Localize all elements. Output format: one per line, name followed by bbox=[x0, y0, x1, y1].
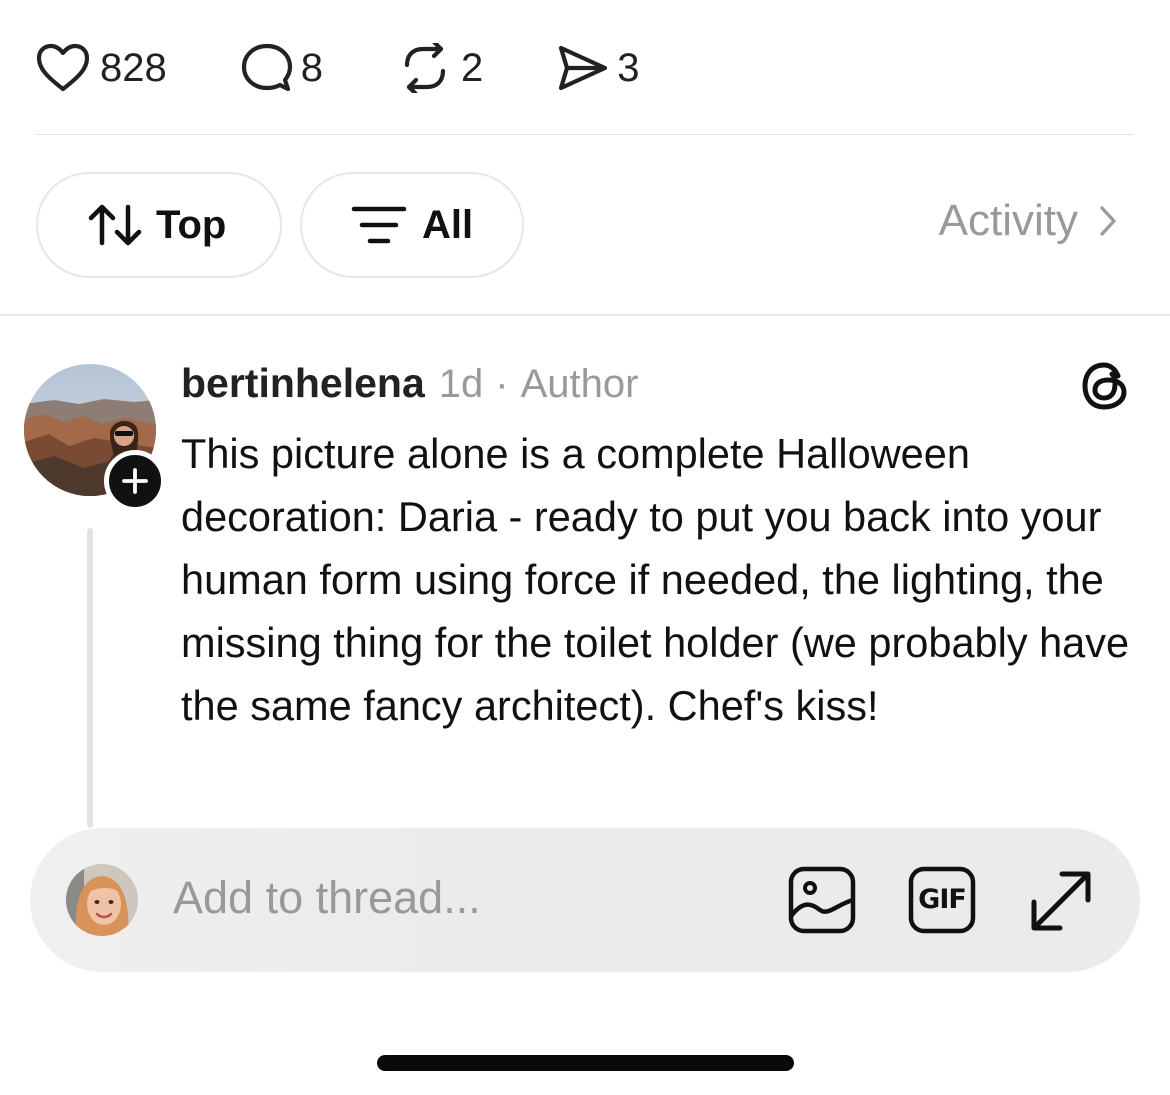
post-header: bertinhelena 1d · Author bbox=[181, 360, 638, 407]
expand-icon bbox=[1031, 871, 1091, 931]
sort-label: Top bbox=[156, 202, 227, 247]
meta-separator: · bbox=[495, 362, 509, 406]
user-avatar bbox=[66, 864, 138, 936]
engagement-bar: 828 8 2 3 bbox=[36, 38, 714, 98]
activity-link[interactable]: Activity bbox=[939, 196, 1116, 246]
image-button[interactable] bbox=[788, 866, 856, 939]
filter-lines-icon bbox=[351, 206, 407, 244]
gif-label: GIF bbox=[918, 884, 967, 915]
post-text: This picture alone is a complete Hallowe… bbox=[181, 430, 1130, 729]
threads-logo[interactable] bbox=[1080, 360, 1130, 417]
image-icon bbox=[788, 866, 856, 934]
reply-count: 8 bbox=[300, 46, 323, 90]
chevron-right-icon bbox=[1100, 206, 1116, 236]
filter-button[interactable]: All bbox=[300, 172, 524, 278]
sort-button[interactable]: Top bbox=[36, 172, 282, 278]
thread-line bbox=[87, 528, 93, 828]
share-button[interactable]: 3 bbox=[557, 38, 640, 98]
sort-arrows-icon bbox=[88, 204, 142, 246]
send-icon bbox=[559, 45, 608, 91]
gif-button[interactable]: GIF bbox=[908, 866, 976, 939]
plus-icon bbox=[122, 468, 148, 494]
home-indicator bbox=[377, 1055, 794, 1071]
threads-logo-icon bbox=[1082, 362, 1127, 410]
follow-button[interactable] bbox=[104, 450, 166, 512]
author-badge: Author bbox=[520, 362, 639, 406]
like-count: 828 bbox=[100, 46, 167, 90]
repost-count: 2 bbox=[461, 46, 484, 90]
divider bbox=[36, 134, 1134, 135]
repost-button[interactable]: 2 bbox=[397, 38, 483, 98]
filter-label: All bbox=[422, 202, 474, 247]
reply-button[interactable]: 8 bbox=[241, 38, 323, 98]
share-count: 3 bbox=[617, 46, 640, 90]
repost-icon bbox=[404, 43, 446, 93]
author-username[interactable]: bertinhelena bbox=[181, 360, 425, 407]
expand-button[interactable] bbox=[1028, 868, 1094, 939]
divider bbox=[0, 314, 1170, 316]
composer-input[interactable]: Add to thread... bbox=[173, 872, 481, 924]
activity-label: Activity bbox=[938, 196, 1078, 245]
heart-icon bbox=[36, 43, 90, 92]
post-time: 1d bbox=[438, 362, 484, 406]
like-button[interactable]: 828 bbox=[36, 38, 167, 98]
comment-bubble-icon bbox=[241, 43, 292, 92]
